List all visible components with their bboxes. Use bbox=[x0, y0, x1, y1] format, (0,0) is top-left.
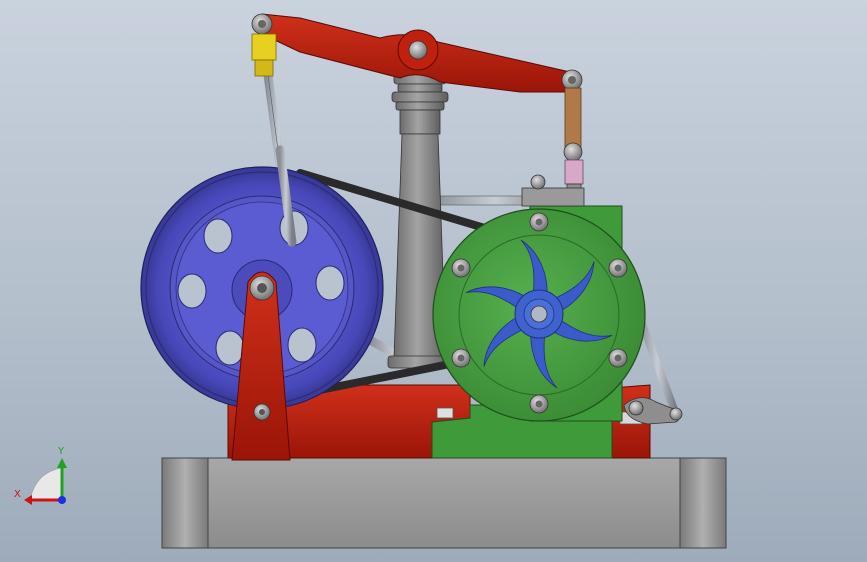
triad-y-arrow bbox=[57, 458, 67, 468]
triad-z-axis bbox=[58, 496, 66, 504]
triad-x-label: X bbox=[14, 489, 21, 500]
coordinate-triad: Y X bbox=[14, 446, 67, 505]
triad-plane bbox=[29, 467, 63, 501]
cad-viewport[interactable]: Y X bbox=[0, 0, 867, 562]
triad-x-arrow bbox=[24, 495, 32, 505]
cad-model-scene: Y X bbox=[14, 13, 727, 549]
bronze-rod[interactable] bbox=[563, 87, 584, 199]
yellow-connector[interactable] bbox=[251, 33, 277, 77]
triad-y-label: Y bbox=[57, 446, 65, 457]
base-block[interactable] bbox=[161, 457, 727, 549]
